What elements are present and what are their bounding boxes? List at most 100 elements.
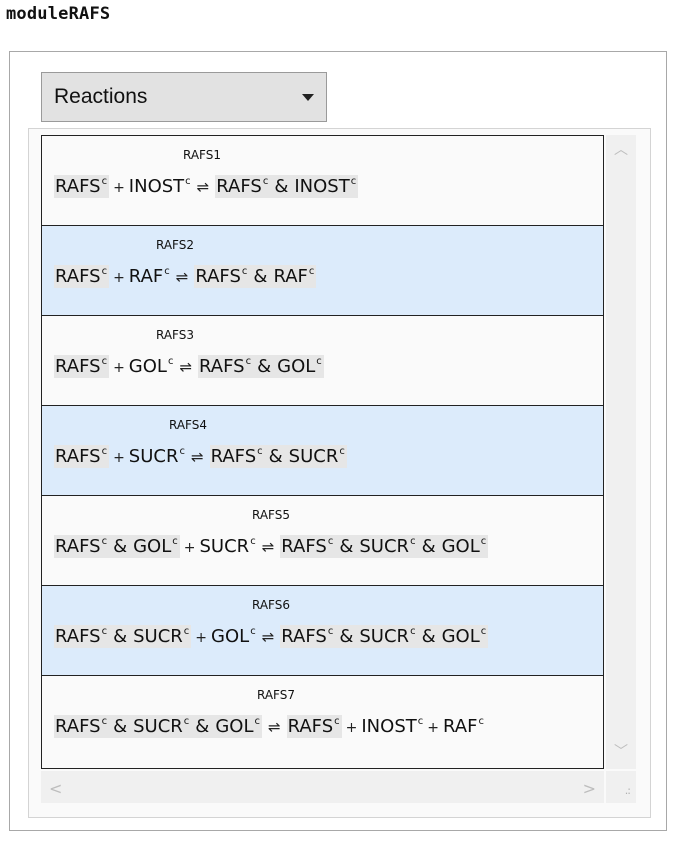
species-complex: RAFSc & SUCRc & GOLc [54,715,262,738]
reaction-equation: RAFSc + INOSTc ⇌ RAFSc & INOSTc [54,175,359,198]
compartment-superscript: c [327,626,334,637]
reaction-row[interactable]: RAFS2 RAFSc + RAFc ⇌ RAFSc & RAFc [42,225,603,315]
compartment-superscript: c [101,266,108,277]
compartment-superscript: c [250,536,256,547]
plus-operator: + [113,180,125,196]
species-name: RAFSc [286,715,342,738]
species-complex: RAFSc & RAFc [194,265,317,288]
compartment-superscript: c [316,356,322,367]
compartment-superscript: c [183,716,190,727]
species-complex: RAFSc & INOSTc [215,175,359,198]
complex-joiner: & [113,626,128,647]
compartment-superscript: c [254,716,261,727]
compartment-superscript: c [257,446,263,457]
species-name: GOLc [128,356,174,377]
reversible-arrow: ⇌ [190,448,204,466]
reversible-arrow: ⇌ [268,718,281,736]
reaction-id-label: RAFS7 [257,688,296,702]
compartment-superscript: c [334,716,340,727]
complex-joiner: & [253,266,268,287]
complex-joiner: & [274,176,289,197]
compartment-superscript: c [410,536,416,547]
reaction-row[interactable]: RAFS5 RAFSc & GOLc + SUCRc ⇌ RAFSc & SUCRc & GOLc [42,495,603,585]
reaction-id-label: RAFS2 [156,238,195,252]
species-complex: RAFSc & SUCRc & GOLc [280,535,489,558]
reaction-equation: RAFSc + GOLc ⇌ RAFSc & GOLc [54,355,324,378]
species-name: SUCRc [128,446,185,467]
plus-operator: + [113,270,125,286]
reaction-id-label: RAFS3 [156,328,195,342]
species-name: RAFSc [54,175,110,198]
species-name: INOSTc [361,716,424,737]
reaction-equation: RAFSc + RAFc ⇌ RAFSc & RAFc [54,265,317,288]
reversible-arrow: ⇌ [179,358,193,376]
species-complex: RAFSc & GOLc [54,535,180,558]
vertical-scrollbar[interactable]: ︿ ﹀ [606,135,636,769]
species-name: INOSTc [128,176,191,197]
complex-joiner: & [113,536,128,557]
species-name: GOLc [211,626,256,647]
reversible-arrow: ⇌ [261,628,275,646]
compartment-superscript: c [101,446,108,457]
plus-operator: + [113,450,125,466]
reaction-list: RAFS1 RAFSc + INOSTc ⇌ RAFSc & INOSTc RAFS2 RAFSc… [41,135,604,769]
horizontal-scrollbar[interactable]: < > [41,771,604,803]
species-name: RAFSc [54,265,110,288]
chevron-up-icon[interactable]: ︿ [614,143,628,157]
compartment-superscript: c [417,716,424,727]
species-complex: RAFSc & GOLc [198,355,324,378]
plus-operator: + [113,360,125,376]
reaction-id-label: RAFS5 [252,508,291,522]
compartment-superscript: c [101,716,108,727]
compartment-superscript: c [480,536,487,547]
complex-joiner: & [421,626,436,647]
reversible-arrow: ⇌ [175,268,189,286]
compartment-superscript: c [164,266,170,277]
complex-joiner: & [268,446,283,467]
view-dropdown-label: Reactions [54,85,148,108]
chevron-down-icon[interactable] [302,94,314,101]
compartment-superscript: c [172,536,178,547]
reaction-row[interactable]: RAFS4 RAFSc + SUCRc ⇌ RAFSc & SUCRc [42,405,603,495]
plus-operator: + [345,720,358,736]
species-complex: RAFSc & SUCRc [54,625,192,648]
reversible-arrow: ⇌ [261,538,275,556]
compartment-superscript: c [241,266,248,277]
reaction-equation: RAFSc & SUCRc + GOLc ⇌ RAFSc & SUCRc & GOLc [54,625,489,648]
compartment-superscript: c [327,536,334,547]
compartment-superscript: c [480,626,487,637]
compartment-superscript: c [410,626,416,637]
compartment-superscript: c [101,176,108,187]
resize-grip-icon[interactable]: .: [606,771,636,803]
compartment-superscript: c [262,176,269,187]
species-complex: RAFSc & SUCRc [209,445,347,468]
reaction-equation: RAFSc & SUCRc & GOLc ⇌ RAFSc + INOSTc + RAFc [54,715,484,738]
compartment-superscript: c [183,626,190,637]
reaction-row[interactable]: RAFS3 RAFSc + GOLc ⇌ RAFSc & GOLc [42,315,603,405]
compartment-superscript: c [185,176,191,187]
view-dropdown[interactable]: Reactions [41,72,327,122]
reaction-row[interactable]: RAFS6 RAFSc & SUCRc + GOLc ⇌ RAFSc & SUCRc & GOLc [42,585,603,675]
compartment-superscript: c [245,356,252,367]
reaction-equation: RAFSc & GOLc + SUCRc ⇌ RAFSc & SUCRc & GOLc [54,535,489,558]
reaction-row[interactable]: RAFS1 RAFSc + INOSTc ⇌ RAFSc & INOSTc [42,135,603,225]
complex-joiner: & [339,536,354,557]
complex-joiner: & [257,356,272,377]
reaction-id-label: RAFS4 [169,418,208,432]
plus-operator: + [195,630,208,646]
chevron-right-icon[interactable]: > [583,779,596,798]
chevron-down-icon[interactable]: ﹀ [614,745,628,759]
complex-joiner: & [339,626,354,647]
reaction-id-label: RAFS1 [183,148,222,162]
chevron-left-icon[interactable]: < [49,779,62,798]
species-complex: RAFSc & SUCRc & GOLc [280,625,489,648]
reaction-id-label: RAFS6 [252,598,291,612]
plus-operator: + [427,720,439,736]
species-name: RAFc [442,716,484,737]
compartment-superscript: c [339,446,345,457]
complex-joiner: & [195,716,210,737]
compartment-superscript: c [179,446,185,457]
species-name: RAFSc [54,445,110,468]
complex-joiner: & [113,716,128,737]
reaction-row[interactable]: RAFS7 RAFSc & SUCRc & GOLc ⇌ RAFSc + INOSTc + RAFc [42,675,603,769]
